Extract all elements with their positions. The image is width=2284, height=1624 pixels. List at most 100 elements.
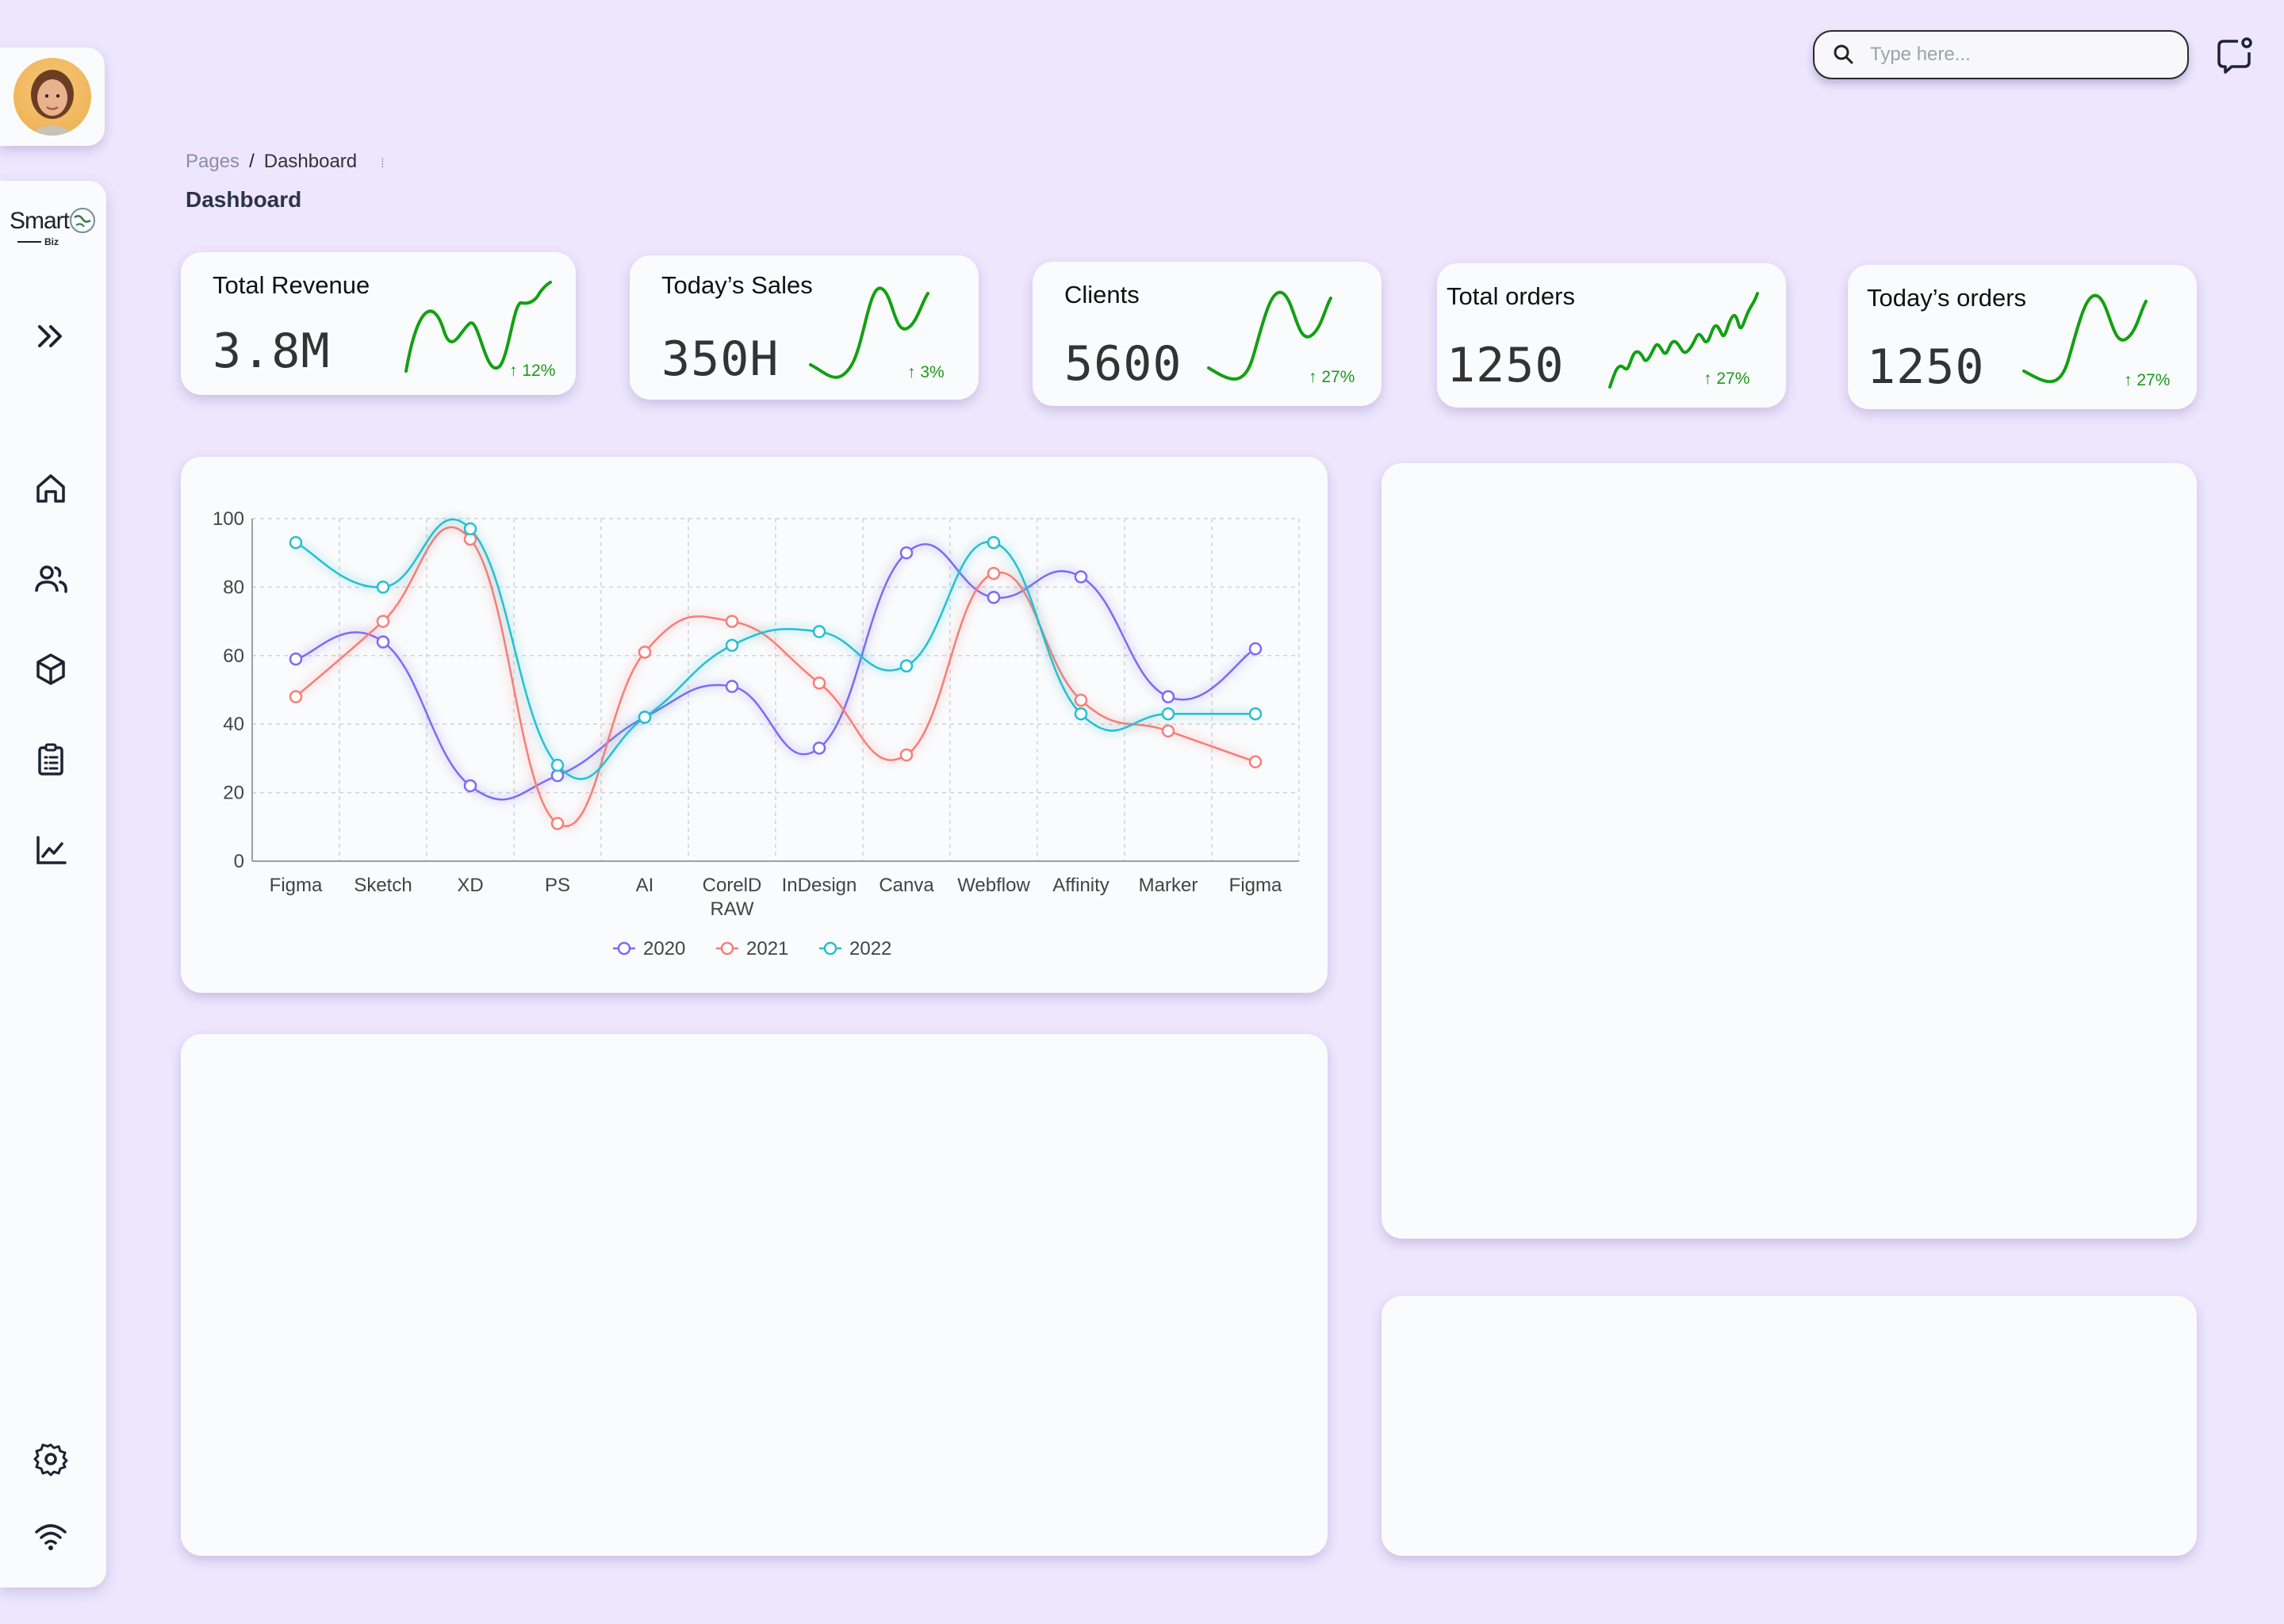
- users-icon[interactable]: [30, 558, 71, 599]
- breadcrumb-root[interactable]: Pages: [186, 151, 240, 172]
- search-icon: [1834, 44, 1853, 64]
- legend-marker: [617, 941, 631, 956]
- logo-text: Smart: [10, 208, 70, 234]
- data-point-2021[interactable]: [1248, 755, 1263, 768]
- data-point-2020[interactable]: [1161, 690, 1175, 703]
- legend-marker: [823, 941, 837, 956]
- stat-label: Today’s Sales: [661, 271, 813, 299]
- x-tick-label: Marker: [1139, 875, 1198, 896]
- stat-value: 350H: [661, 331, 780, 387]
- data-point-2020[interactable]: [376, 635, 390, 649]
- wifi-icon[interactable]: [30, 1516, 71, 1557]
- x-tick-label: XD: [457, 875, 483, 896]
- data-point-2022[interactable]: [812, 625, 826, 638]
- data-point-2022[interactable]: [376, 580, 390, 594]
- data-point-2022[interactable]: [1074, 707, 1088, 721]
- stat-change: ↑ 27%: [2124, 371, 2171, 389]
- logo-underline: [17, 241, 41, 243]
- data-point-2021[interactable]: [289, 690, 303, 703]
- data-point-2020[interactable]: [1074, 570, 1088, 584]
- x-tick-label: Figma: [1229, 875, 1282, 896]
- clipboard-icon[interactable]: [30, 739, 71, 780]
- expand-icon[interactable]: [30, 316, 71, 357]
- data-point-2022[interactable]: [550, 758, 565, 772]
- x-tick-label: Canva: [879, 875, 934, 896]
- page-title: Dashboard: [186, 187, 302, 212]
- handle-icon: ⁞: [381, 157, 385, 170]
- y-tick-label: 0: [234, 851, 244, 872]
- y-tick-label: 20: [223, 783, 244, 804]
- empty-panel-right-bottom: [1382, 1296, 2197, 1556]
- data-point-2020[interactable]: [725, 680, 739, 693]
- data-point-2021[interactable]: [987, 566, 1001, 580]
- home-icon[interactable]: [30, 468, 71, 509]
- x-tick-label: Webflow: [957, 875, 1030, 896]
- data-point-2021[interactable]: [1161, 724, 1175, 738]
- data-point-2022[interactable]: [899, 659, 914, 673]
- data-point-2022[interactable]: [987, 535, 1001, 550]
- globe-icon: [70, 208, 95, 233]
- message-notification-icon[interactable]: [2214, 35, 2255, 76]
- line-chart: 0 20 40 60 80 100 Figma Sketch XD PS AI CorelD RAW In…: [213, 508, 1300, 959]
- avatar[interactable]: [13, 58, 91, 136]
- data-point-2021[interactable]: [376, 615, 390, 628]
- chart-icon[interactable]: [30, 829, 71, 871]
- stat-change: ↑ 12%: [509, 362, 556, 380]
- breadcrumb-current: Dashboard: [263, 151, 358, 172]
- data-point-2021[interactable]: [638, 645, 652, 659]
- legend-label-2020[interactable]: 2020: [643, 938, 685, 959]
- avatar-card[interactable]: [0, 48, 105, 146]
- box-icon[interactable]: [30, 649, 71, 690]
- data-point-2020[interactable]: [289, 652, 303, 666]
- data-point-2021[interactable]: [899, 748, 914, 762]
- stat-label: Total orders: [1447, 282, 1575, 310]
- settings-icon[interactable]: [30, 1438, 71, 1480]
- x-tick-label: Figma: [270, 875, 323, 896]
- data-point-2022[interactable]: [1161, 707, 1175, 721]
- stat-card-total-revenue[interactable]: Total Revenue 3.8M ↑ 12%: [181, 252, 576, 395]
- data-point-2020[interactable]: [1248, 642, 1263, 656]
- stat-card-todays-sales[interactable]: Today’s Sales 350H ↑ 3%: [630, 255, 979, 400]
- y-tick-label: 40: [223, 714, 244, 735]
- stat-card-clients[interactable]: Clients 5600 ↑ 27%: [1033, 262, 1382, 406]
- data-point-2020[interactable]: [812, 741, 826, 755]
- data-point-2020[interactable]: [987, 591, 1001, 604]
- breadcrumb-separator: /: [249, 151, 255, 172]
- legend-label-2021[interactable]: 2021: [746, 938, 788, 959]
- data-point-2021[interactable]: [550, 817, 565, 830]
- x-tick-label: PS: [545, 875, 570, 896]
- logo-subtext: Biz: [44, 236, 59, 247]
- stat-label: Today’s orders: [1867, 284, 2027, 312]
- stat-value: 5600: [1064, 336, 1182, 392]
- y-tick-label: 80: [223, 576, 244, 598]
- data-point-2022[interactable]: [638, 710, 652, 724]
- stat-change: ↑ 27%: [1309, 368, 1355, 386]
- data-point-2022[interactable]: [1248, 707, 1263, 721]
- breadcrumb: Pages / Dashboard ⁞: [186, 151, 385, 173]
- search-bar[interactable]: [1813, 30, 2189, 79]
- data-point-2021[interactable]: [1074, 693, 1088, 707]
- stat-label: Total Revenue: [213, 271, 370, 299]
- x-tick-label: Sketch: [354, 875, 412, 896]
- stat-label: Clients: [1064, 281, 1140, 308]
- data-point-2022[interactable]: [289, 535, 303, 550]
- data-point-2021[interactable]: [725, 615, 739, 628]
- stat-card-total-orders[interactable]: Total orders 1250 ↑ 27%: [1437, 263, 1786, 408]
- data-point-2022[interactable]: [725, 638, 739, 653]
- stat-change: ↑ 3%: [907, 363, 945, 381]
- stat-value: 3.8M: [213, 324, 331, 379]
- data-point-2022[interactable]: [463, 522, 477, 536]
- stat-value: 1250: [1867, 339, 1985, 395]
- legend-label-2022[interactable]: 2022: [849, 938, 891, 959]
- sidebar: Smart Biz: [0, 181, 106, 1588]
- search-input[interactable]: [1870, 44, 2171, 66]
- sparkline: [1608, 292, 1759, 389]
- x-tick-label: CorelD RAW: [703, 875, 762, 920]
- line-chart-card: 0 20 40 60 80 100 Figma Sketch XD PS AI CorelD RAW In…: [181, 457, 1328, 993]
- data-point-2020[interactable]: [463, 779, 477, 793]
- stat-value: 1250: [1447, 338, 1565, 393]
- stat-change: ↑ 27%: [1703, 370, 1750, 388]
- stat-card-todays-orders[interactable]: Today’s orders 1250 ↑ 27%: [1848, 265, 2197, 409]
- data-point-2021[interactable]: [812, 676, 826, 690]
- data-point-2020[interactable]: [899, 546, 914, 560]
